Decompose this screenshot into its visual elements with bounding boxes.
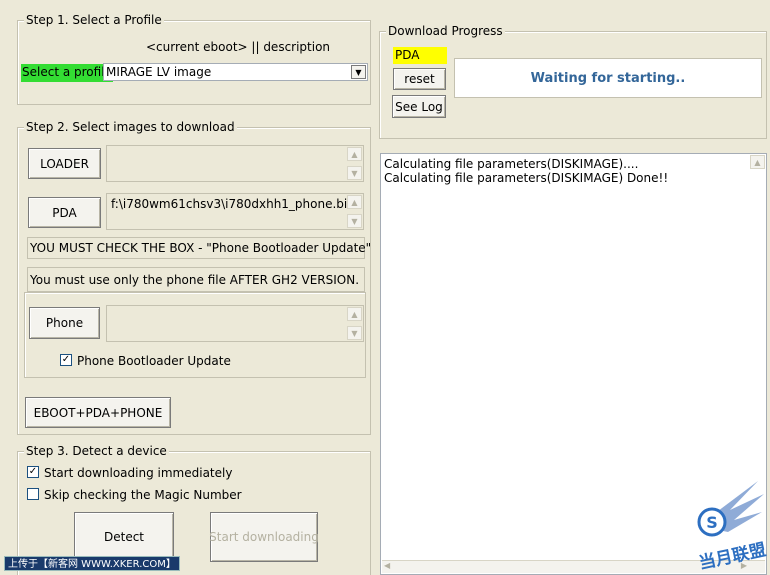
eboot-pda-phone-button[interactable]: EBOOT+PDA+PHONE <box>25 397 171 428</box>
reset-button[interactable]: reset <box>393 68 446 90</box>
pda-button[interactable]: PDA <box>28 197 101 228</box>
progress-status-text: Waiting for starting.. <box>530 70 686 86</box>
log-line: Calculating file parameters(DISKIMAGE)..… <box>384 157 639 171</box>
scroll-left-icon[interactable]: ◀ <box>384 561 390 570</box>
pda-path-field[interactable]: f:\i780wm61chsv3\i780dxhh1_phone.bin ▲ ▼ <box>106 193 364 230</box>
log-line: Calculating file parameters(DISKIMAGE) D… <box>384 171 669 185</box>
checkmark-icon: ✓ <box>28 466 38 477</box>
pda-progress-tag: PDA <box>393 47 447 64</box>
see-log-button[interactable]: See Log <box>392 95 446 118</box>
select-profile-label: Select a profile <box>21 64 113 82</box>
loader-path-field[interactable]: ▲ ▼ <box>106 145 364 182</box>
upload-watermark: 上传于【新客网 WWW.XKER.COM】 <box>4 556 180 571</box>
scroll-down-icon[interactable]: ▼ <box>347 326 362 340</box>
phone-button[interactable]: Phone <box>29 307 100 339</box>
skip-magic-label[interactable]: Skip checking the Magic Number <box>44 488 242 502</box>
profile-column-header: <current eboot> || description <box>146 40 331 54</box>
scroll-up-icon[interactable]: ▲ <box>347 195 362 209</box>
loader-path-scrollbar[interactable]: ▲ ▼ <box>347 147 362 180</box>
loader-button[interactable]: LOADER <box>28 148 101 179</box>
pda-path: f:\i780wm61chsv3\i780dxhh1_phone.bin <box>111 197 355 211</box>
profile-select[interactable]: MIRAGE LV image ▼ <box>103 63 368 81</box>
step2-title: Step 2. Select images to download <box>24 120 237 134</box>
scroll-up-icon[interactable]: ▲ <box>347 307 362 321</box>
log-scroll-up-icon[interactable]: ▲ <box>750 155 765 169</box>
bootloader-checkbox-label[interactable]: Phone Bootloader Update <box>77 354 231 368</box>
skip-magic-checkbox[interactable] <box>27 488 39 500</box>
phone-path-field[interactable]: ▲ ▼ <box>106 305 364 342</box>
download-progress-title: Download Progress <box>386 24 505 38</box>
svg-text:S: S <box>706 513 718 532</box>
scroll-down-icon[interactable]: ▼ <box>347 166 362 180</box>
step3-title: Step 3. Detect a device <box>24 444 169 458</box>
step1-title: Step 1. Select a Profile <box>24 13 164 27</box>
start-downloading-button[interactable]: Start downloading <box>209 512 319 562</box>
detect-button[interactable]: Detect <box>74 512 174 562</box>
brand-logo: S 当月联盟 <box>668 476 768 574</box>
bootloader-warning: YOU MUST CHECK THE BOX - "Phone Bootload… <box>27 237 371 259</box>
chevron-down-icon[interactable]: ▼ <box>351 65 366 79</box>
pda-path-scrollbar[interactable]: ▲ ▼ <box>347 195 362 228</box>
phone-file-note: You must use only the phone file AFTER G… <box>27 267 365 292</box>
phone-path-scrollbar[interactable]: ▲ ▼ <box>347 307 362 340</box>
scroll-down-icon[interactable]: ▼ <box>347 214 362 228</box>
progress-status-box: Waiting for starting.. <box>454 58 762 98</box>
bootloader-checkbox[interactable]: ✓ <box>60 354 72 366</box>
scroll-up-icon[interactable]: ▲ <box>347 147 362 161</box>
start-immediately-checkbox[interactable]: ✓ <box>27 466 39 478</box>
checkmark-icon: ✓ <box>61 354 71 365</box>
profile-select-value: MIRAGE LV image <box>106 65 212 79</box>
start-immediately-label[interactable]: Start downloading immediately <box>44 466 232 480</box>
